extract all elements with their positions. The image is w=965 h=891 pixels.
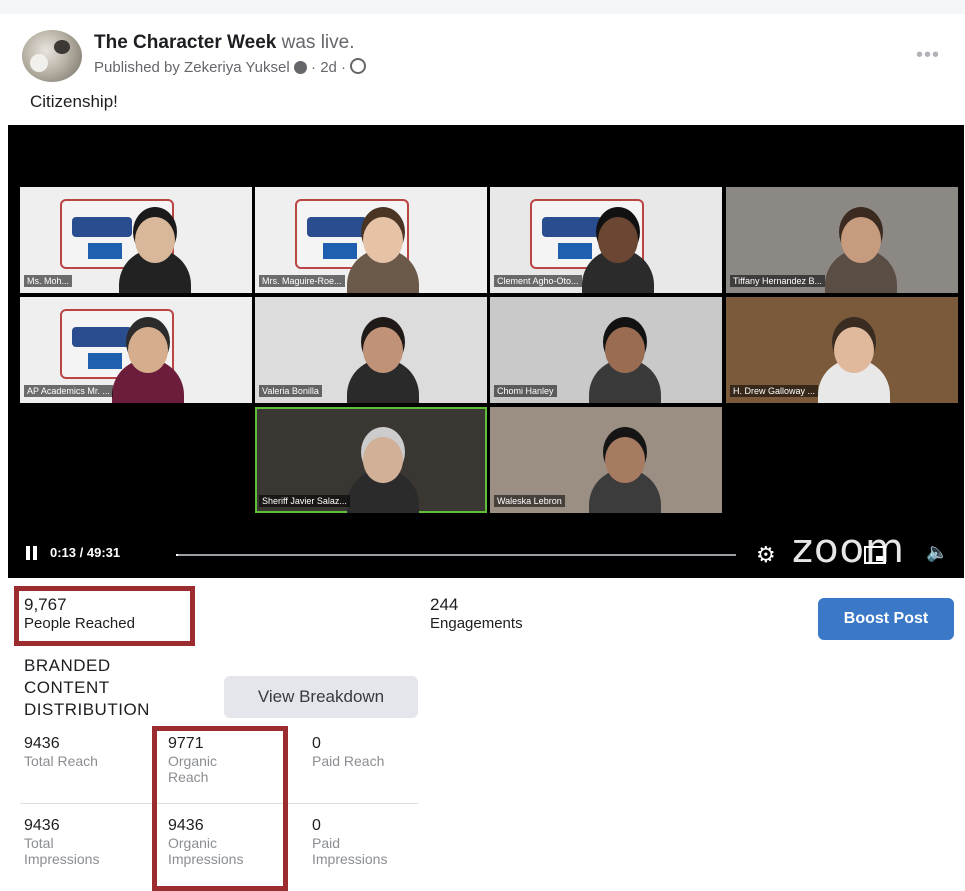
live-status-text: was live. — [281, 32, 355, 53]
participant-name: AP Academics Mr. ... — [24, 385, 113, 397]
post-caption: Citizenship! — [30, 92, 118, 111]
participant-name: Chomi Hanley — [494, 385, 557, 397]
pause-icon[interactable] — [26, 546, 38, 560]
paid-impressions-value: 0 — [312, 817, 321, 834]
engagements-label: Engagements — [430, 615, 523, 632]
engagements-stat: 244 Engagements — [430, 595, 523, 632]
participant-tile: Mrs. Maguire-Roe... — [255, 187, 487, 293]
participant-name: Tiffany Hernandez B... — [730, 275, 826, 287]
branded-line: CONTENT — [24, 678, 110, 697]
progress-bar[interactable] — [176, 554, 736, 556]
globe-icon — [350, 58, 367, 74]
branded-line: BRANDED — [24, 656, 111, 675]
settings-gear-icon[interactable]: ⚙ — [756, 544, 776, 566]
participant-face — [362, 217, 403, 263]
post-header: The Character Week was live. Published b… — [22, 28, 952, 88]
picture-in-picture-icon[interactable] — [864, 546, 886, 564]
total-impressions-label: Impressions — [24, 851, 100, 867]
participant-face — [597, 217, 638, 263]
post-meta: Published by Zekeriya Yuksel · 2d · — [94, 58, 367, 76]
participant-tile: Clement Agho-Oto... — [490, 187, 722, 293]
participant-face — [362, 437, 403, 483]
paid-impressions-label: Paid — [312, 835, 341, 851]
participant-tile: Waleska Lebron — [490, 407, 722, 513]
participant-face — [604, 437, 645, 483]
participant-name: Mrs. Maguire-Roe... — [259, 275, 345, 287]
engagements-value: 244 — [430, 595, 459, 614]
total-impressions-cell: 9436 Total Impressions — [24, 817, 99, 867]
top-bar — [0, 0, 965, 14]
participant-face — [840, 217, 881, 263]
volume-icon[interactable]: 🔈 — [926, 542, 948, 563]
participant-tile: AP Academics Mr. ... — [20, 297, 252, 403]
total-reach-cell: 9436 Total Reach — [24, 735, 98, 769]
progress-fill — [176, 554, 179, 556]
more-options-icon[interactable]: ••• — [916, 44, 940, 67]
branded-line: DISTRIBUTION — [24, 700, 150, 719]
view-breakdown-button[interactable]: View Breakdown — [224, 676, 418, 718]
boost-post-button[interactable]: Boost Post — [818, 598, 954, 640]
participant-tile: Chomi Hanley — [490, 297, 722, 403]
total-reach-value: 9436 — [24, 735, 60, 752]
time-ago[interactable]: 2d — [320, 59, 337, 76]
participant-name: Ms. Moh... — [24, 275, 73, 287]
total-impressions-label: Total — [24, 835, 54, 851]
publisher-info-icon — [293, 61, 307, 74]
paid-impressions-cell: 0 Paid Impressions — [312, 817, 387, 867]
participant-face — [134, 217, 175, 263]
participant-face — [604, 327, 645, 373]
highlight-box-people-reached — [14, 586, 195, 646]
page-avatar[interactable] — [22, 30, 82, 82]
duration: 49:31 — [86, 545, 121, 560]
paid-reach-cell: 0 Paid Reach — [312, 735, 384, 769]
participant-tile: Tiffany Hernandez B... — [726, 187, 958, 293]
page-name-link[interactable]: The Character Week — [94, 32, 276, 53]
video-player[interactable]: Ms. Moh... Mrs. Maguire-Roe... Clement Agh… — [8, 125, 964, 578]
publisher-text: Published by Zekeriya Yuksel — [94, 59, 290, 76]
current-time: 0:13 — [50, 545, 77, 560]
zoom-logo: zoom — [792, 526, 905, 572]
participant-tile: Valeria Bonilla — [255, 297, 487, 403]
participant-name: Clement Agho-Oto... — [494, 275, 582, 287]
highlight-box-organic — [152, 726, 288, 891]
video-time: 0:13 / 49:31 — [50, 545, 121, 560]
participant-name: Valeria Bonilla — [259, 385, 322, 397]
total-impressions-value: 9436 — [24, 817, 60, 834]
participant-tile: Ms. Moh... — [20, 187, 252, 293]
participant-face — [127, 327, 168, 373]
participant-face — [833, 327, 874, 373]
participant-face — [362, 327, 403, 373]
participant-tile: H. Drew Galloway ... — [726, 297, 958, 403]
post-title-line: The Character Week was live. — [94, 32, 354, 54]
participant-tile: Sheriff Javier Salaz... — [255, 407, 487, 513]
paid-impressions-label: Impressions — [312, 851, 388, 867]
total-reach-label: Total Reach — [24, 753, 98, 769]
video-controls: 0:13 / 49:31 ⚙ zoom 🔈 — [8, 526, 964, 578]
participant-name: Waleska Lebron — [494, 495, 565, 507]
participant-name: H. Drew Galloway ... — [730, 385, 819, 397]
branded-content-heading: BRANDED CONTENT DISTRIBUTION — [24, 655, 150, 721]
participant-name: Sheriff Javier Salaz... — [259, 495, 350, 507]
paid-reach-value: 0 — [312, 735, 321, 752]
paid-reach-label: Paid Reach — [312, 753, 385, 769]
